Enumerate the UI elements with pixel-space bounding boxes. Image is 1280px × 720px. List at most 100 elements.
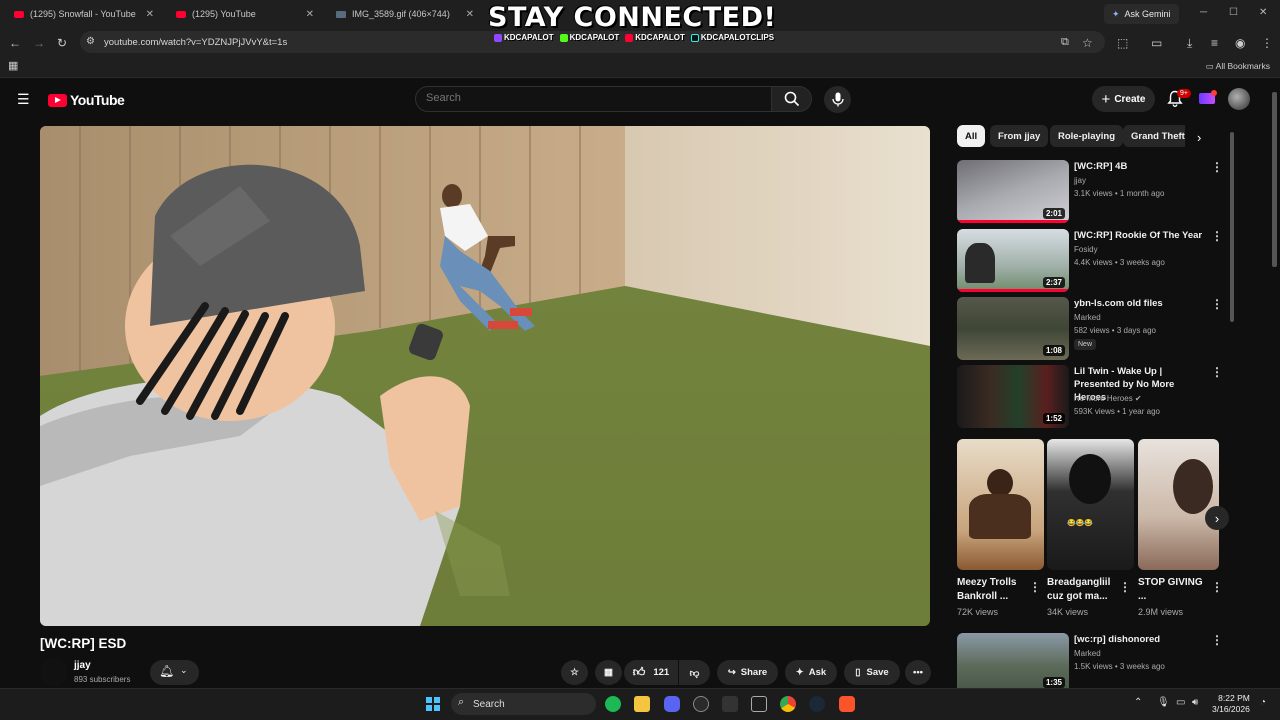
short-menu-icon[interactable]: ⋮	[1029, 580, 1041, 594]
subscription-bell-button[interactable]: 🔔︎ ⌄	[150, 660, 199, 685]
minimize-icon[interactable]: ─	[1200, 7, 1207, 18]
tab-snowfall[interactable]: (1295) Snowfall - YouTube ✕	[0, 0, 162, 28]
video-player[interactable]	[40, 126, 930, 626]
apps-grid-icon[interactable]: ▦	[8, 59, 18, 72]
ask-gemini-button[interactable]: ✦ Ask Gemini	[1104, 4, 1179, 24]
rec-title-1[interactable]: [WC:RP] 4B	[1074, 160, 1209, 173]
taskbar-search[interactable]: ⌕ Search	[451, 693, 596, 715]
maximize-icon[interactable]: ☐	[1229, 7, 1238, 18]
grid-button[interactable]: ▦	[595, 660, 622, 685]
channel-name[interactable]: jjay	[74, 660, 91, 671]
search-input[interactable]	[426, 92, 568, 104]
rec-menu-icon[interactable]: ⋮	[1211, 297, 1223, 311]
close-tab-icon[interactable]: ✕	[306, 9, 314, 20]
rec-thumbnail-5[interactable]: 1:35	[957, 633, 1069, 688]
chrome-icon[interactable]	[780, 696, 796, 712]
account-avatar[interactable]	[1228, 88, 1250, 110]
chevron-down-icon: ⌄	[180, 665, 188, 675]
save-button[interactable]: ▯ Save	[844, 660, 900, 685]
rec-title-3[interactable]: ybn-ls.com old files	[1074, 297, 1209, 310]
download-icon[interactable]: ⤓	[1187, 36, 1192, 51]
favorite-button[interactable]: ☆	[561, 660, 588, 685]
chip-all[interactable]: All	[957, 125, 986, 147]
chip-grand-theft[interactable]: Grand Theft	[1123, 125, 1185, 147]
split-view-icon[interactable]: ▭	[1151, 36, 1162, 50]
rec-channel-3[interactable]: Marked	[1074, 313, 1101, 322]
short-thumbnail-3[interactable]	[1138, 439, 1219, 570]
volume-icon[interactable]: 🔊︎	[1192, 697, 1198, 708]
short-title-2[interactable]: Breadgangliil cuz got ma...	[1047, 576, 1117, 604]
bookmark-star-icon[interactable]: ☆	[1082, 36, 1093, 50]
close-tab-icon[interactable]: ✕	[466, 9, 474, 20]
rec-menu-icon[interactable]: ⋮	[1211, 633, 1223, 647]
rec-channel-5[interactable]: Marked	[1074, 649, 1101, 658]
windows-start-icon[interactable]	[426, 697, 440, 711]
rec-channel-2[interactable]: Fosidy	[1074, 245, 1098, 254]
mic-tray-icon[interactable]: 🎙︎	[1157, 697, 1170, 708]
chip-from-jjay[interactable]: From jjay	[990, 125, 1049, 147]
back-icon[interactable]: ←	[9, 36, 21, 50]
rail-scrollbar[interactable]	[1230, 132, 1234, 322]
rec-thumbnail-4[interactable]: 1:52	[957, 365, 1069, 428]
close-tab-icon[interactable]: ✕	[146, 9, 154, 20]
like-button[interactable]: 👍︎ 121	[624, 660, 678, 685]
rec-menu-icon[interactable]: ⋮	[1211, 229, 1223, 243]
channel-avatar[interactable]	[40, 658, 68, 686]
notification-center-icon[interactable]: ◔	[1260, 697, 1266, 708]
file-explorer-icon[interactable]	[634, 696, 650, 712]
voice-search-button[interactable]	[824, 86, 851, 113]
short-title-3[interactable]: STOP GIVING ...	[1138, 576, 1203, 604]
chips-next-icon[interactable]: ›	[1197, 130, 1201, 145]
discord-icon[interactable]	[664, 696, 680, 712]
rec-channel-1[interactable]: jjay	[1074, 176, 1086, 185]
spotify-icon[interactable]	[605, 696, 621, 712]
short-thumbnail-2[interactable]: 😂😂😂	[1047, 439, 1134, 570]
url-text[interactable]: youtube.com/watch?v=YDZNJPjJVvY&t=1s	[104, 37, 287, 48]
tab-youtube[interactable]: (1295) YouTube ✕	[162, 0, 322, 28]
rec-title-5[interactable]: [wc:rp] dishonored	[1074, 633, 1209, 646]
short-thumbnail-1[interactable]	[957, 439, 1044, 570]
tab-gif[interactable]: IMG_3589.gif (406×744) ✕	[322, 0, 482, 28]
kick-icon	[559, 33, 568, 42]
forward-icon[interactable]: →	[33, 36, 45, 50]
rec-menu-icon[interactable]: ⋮	[1211, 160, 1223, 174]
hamburger-menu-icon[interactable]: ☰	[17, 91, 30, 108]
steam-icon[interactable]	[809, 696, 825, 712]
rec-thumbnail-1[interactable]: 2:01	[957, 160, 1069, 223]
reload-icon[interactable]: ↻	[57, 36, 67, 50]
youtube-logo[interactable]: YouTube	[48, 92, 125, 108]
menu-icon[interactable]: ⋮	[1261, 36, 1273, 50]
taskbar-clock[interactable]: 8:22 PM 3/16/2026	[1212, 693, 1250, 715]
short-menu-icon[interactable]: ⋮	[1119, 580, 1131, 594]
rec-channel-4[interactable]: No More Heroes ✔	[1074, 394, 1142, 403]
app-icon[interactable]	[693, 696, 709, 712]
youtube-handle: KDCAPALOT	[625, 33, 685, 42]
epic-games-icon[interactable]	[722, 696, 738, 712]
media-icon[interactable]: ≡	[1211, 36, 1218, 50]
create-button[interactable]: + Create	[1092, 86, 1155, 112]
site-info-icon[interactable]: ⚙	[86, 36, 95, 47]
brave-icon[interactable]	[839, 696, 855, 712]
rec-title-2[interactable]: [WC:RP] Rookie Of The Year	[1074, 229, 1209, 242]
app-icon-2[interactable]	[751, 696, 767, 712]
more-actions-button[interactable]: •••	[905, 660, 931, 685]
search-button[interactable]	[772, 86, 812, 112]
all-bookmarks-button[interactable]: ▭ All Bookmarks	[1206, 61, 1270, 72]
profile-icon[interactable]: ◉	[1235, 36, 1245, 50]
rec-menu-icon[interactable]: ⋮	[1211, 365, 1223, 379]
rec-thumbnail-3[interactable]: 1:08	[957, 297, 1069, 360]
shorts-next-button[interactable]: ›	[1205, 506, 1229, 530]
chip-role-playing[interactable]: Role-playing	[1050, 125, 1124, 147]
window-close-icon[interactable]: ✕	[1259, 7, 1267, 18]
network-icon[interactable]: ▭	[1176, 697, 1185, 708]
extensions-icon[interactable]: ⬚	[1117, 36, 1128, 50]
share-button[interactable]: ↪ Share	[717, 660, 778, 685]
tray-overflow-icon[interactable]: ⌃	[1134, 697, 1142, 708]
page-scrollbar[interactable]	[1272, 92, 1277, 267]
dislike-button[interactable]: 👎︎	[679, 660, 710, 685]
rec-thumbnail-2[interactable]: 2:37	[957, 229, 1069, 292]
short-menu-icon[interactable]: ⋮	[1211, 580, 1223, 594]
short-title-1[interactable]: Meezy Trolls Bankroll ...	[957, 576, 1037, 604]
ask-button[interactable]: ✦ Ask	[785, 660, 837, 685]
install-icon[interactable]: ⧉	[1061, 36, 1069, 49]
